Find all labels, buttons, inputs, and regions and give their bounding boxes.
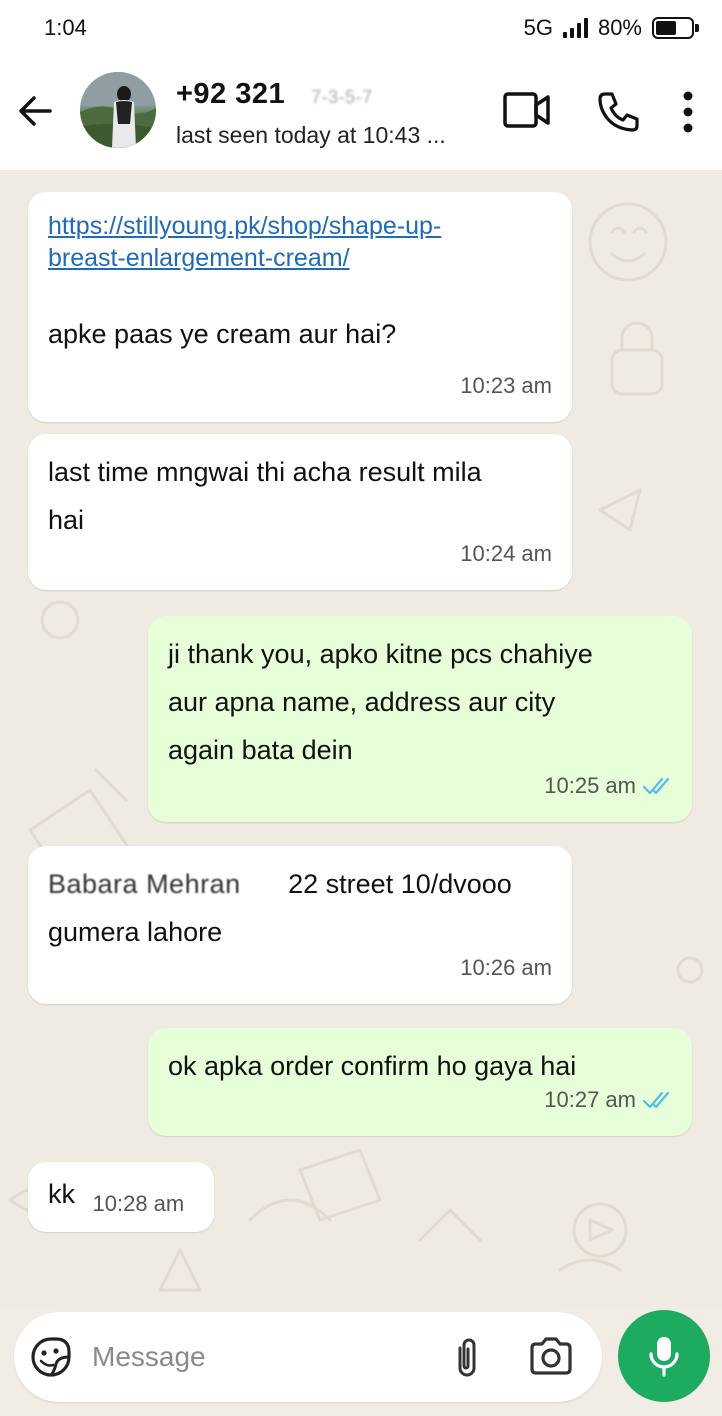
sticker-icon — [31, 1337, 71, 1377]
message-outgoing[interactable]: ok apka order confirm ho gaya hai 10:27 … — [148, 1028, 692, 1136]
message-composer — [14, 1312, 602, 1402]
status-indicators: 5G 80% — [523, 15, 699, 41]
video-call-icon — [503, 92, 550, 128]
message-time: 10:24 am — [460, 541, 552, 566]
chat-area[interactable]: https://stillyoung.pk/shop/shape-up- bre… — [0, 170, 722, 1310]
message-text-line: ji thank you, apko kitne pcs chahiye — [168, 639, 593, 669]
video-call-button[interactable] — [502, 90, 552, 135]
status-time: 1:04 — [44, 15, 87, 40]
message-meta: 10:27 am — [544, 1076, 672, 1124]
last-seen-status: last seen today at 10:43 ... — [176, 122, 446, 148]
link-line-2: breast-enlargement-cream/ — [48, 244, 350, 272]
double-check-icon — [642, 1091, 670, 1109]
camera-button[interactable] — [528, 1336, 574, 1381]
voice-message-button[interactable] — [618, 1310, 710, 1402]
back-button[interactable] — [14, 90, 56, 132]
attach-button[interactable] — [452, 1336, 482, 1385]
message-text: kk — [48, 1179, 75, 1209]
battery-percent: 80% — [597, 15, 642, 40]
message-time: 10:26 am — [460, 955, 552, 980]
contact-name[interactable]: +92 321 7-3-5-7 — [176, 78, 373, 111]
network-label: 5G — [523, 15, 553, 40]
camera-icon — [530, 1337, 572, 1375]
chat-header: +92 321 7-3-5-7 last seen today at 10:43 … — [0, 56, 722, 170]
contact-number-redacted: 7-3-5-7 — [311, 87, 373, 107]
message-text-line: Babara Mehran 22 street 10/dvooo — [48, 860, 552, 908]
signal-icon — [562, 18, 588, 38]
message-incoming[interactable]: Babara Mehran 22 street 10/dvooo gumera … — [28, 846, 572, 1004]
phone-icon — [598, 92, 639, 132]
more-options-icon — [683, 91, 693, 133]
more-options-button[interactable] — [682, 90, 694, 139]
message-time: 10:25 am — [544, 773, 636, 798]
link-line-1: https://stillyoung.pk/shop/shape-up- — [48, 212, 442, 240]
voice-call-button[interactable] — [596, 90, 640, 139]
message-link[interactable]: https://stillyoung.pk/shop/shape-up- bre… — [48, 210, 552, 274]
message-outgoing[interactable]: ji thank you, apko kitne pcs chahiye aur… — [148, 616, 692, 822]
message-incoming[interactable]: last time mngwai thi acha result mila ha… — [28, 434, 572, 590]
sticker-button[interactable] — [30, 1336, 72, 1383]
mic-icon — [649, 1337, 679, 1377]
back-arrow-icon — [19, 96, 52, 126]
contact-number: +92 321 — [176, 78, 286, 110]
message-time: 10:28 am — [92, 1191, 185, 1216]
message-text-line: aur apna name, address aur city — [168, 687, 556, 717]
message-incoming[interactable]: https://stillyoung.pk/shop/shape-up- bre… — [28, 192, 572, 422]
status-bar: 1:04 5G 80% — [0, 0, 722, 56]
battery-icon — [652, 17, 699, 39]
message-text-line: last time mngwai thi acha result mila — [48, 457, 482, 487]
avatar-photo — [80, 72, 156, 148]
double-check-icon — [642, 777, 670, 795]
paperclip-icon — [458, 1338, 476, 1377]
contact-avatar[interactable] — [80, 72, 156, 148]
message-incoming[interactable]: kk 10:28 am — [28, 1162, 214, 1232]
message-input[interactable] — [92, 1336, 422, 1378]
redacted-name: Babara Mehran — [48, 869, 241, 899]
message-meta: 10:25 am — [544, 762, 672, 810]
message-time: 10:23 am — [460, 373, 552, 398]
message-text: apke paas ye cream aur hai? — [48, 319, 397, 349]
message-time: 10:27 am — [544, 1087, 636, 1112]
address-fragment: 22 street 10/dvooo — [288, 869, 512, 899]
